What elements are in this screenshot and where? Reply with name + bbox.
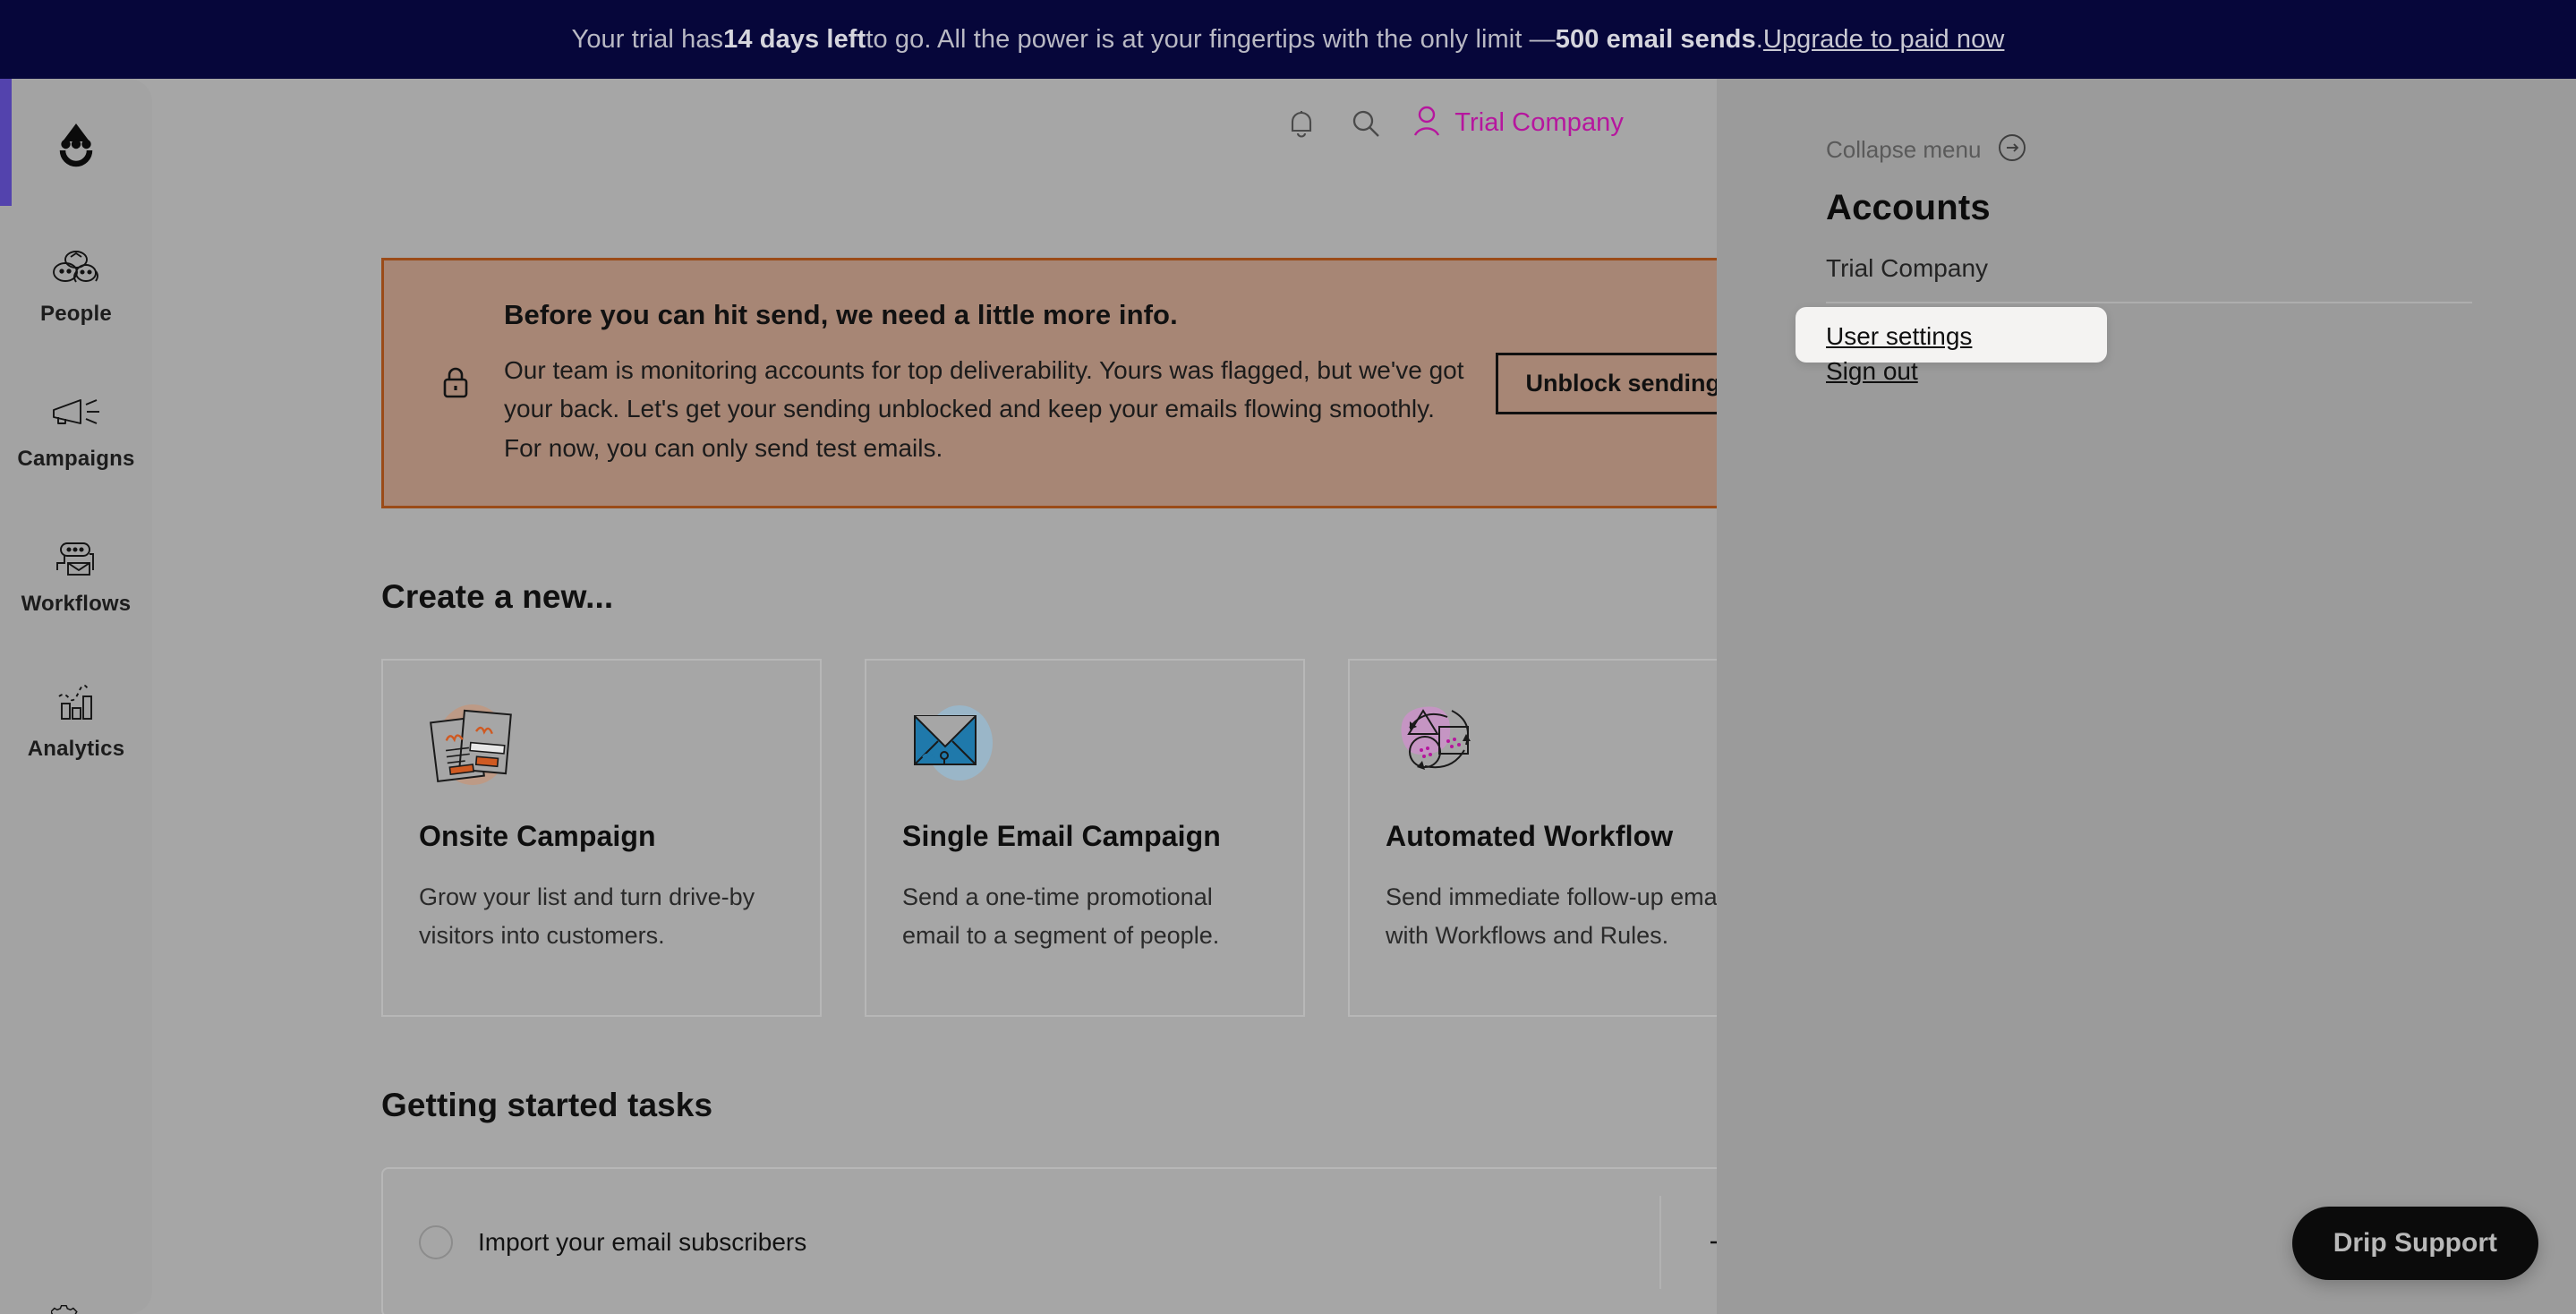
menu-item-sign-out[interactable]: Sign out [1826, 357, 1918, 386]
sidebar-item-analytics[interactable]: Analytics [0, 648, 152, 793]
email-envelope-icon [902, 695, 1008, 795]
drip-support-button[interactable]: Drip Support [2291, 1207, 2538, 1280]
people-icon [50, 244, 102, 293]
arrow-right-circle-icon [1997, 132, 2027, 167]
drip-logo-icon [59, 124, 93, 167]
collapse-menu-label: Collapse menu [1826, 136, 1982, 163]
search-button[interactable] [1347, 105, 1385, 142]
sidebar-item-analytics-label: Analytics [27, 737, 125, 761]
trial-days-left: 14 days left [723, 24, 866, 54]
task-row-import-subscribers[interactable]: Import your email subscribers [381, 1167, 1717, 1314]
menu-item-user-settings[interactable]: User settings [1826, 322, 1972, 351]
drip-logo[interactable] [0, 95, 152, 193]
top-bar: Trial Company [1283, 104, 1624, 142]
lock-icon [427, 364, 484, 402]
user-icon [1412, 104, 1442, 142]
task-checkbox[interactable] [419, 1225, 453, 1259]
trial-banner: Your trial has 14 days left to go. All t… [0, 0, 2576, 79]
workflow-icon [50, 534, 102, 583]
trial-email-limit: 500 email sends [1555, 24, 1756, 54]
create-section-heading: Create a new... [381, 578, 614, 615]
card-single-email-campaign-title: Single Email Campaign [902, 820, 1221, 852]
card-onsite-campaign-title: Onsite Campaign [419, 820, 656, 852]
sidebar-item-campaigns[interactable]: Campaigns [0, 358, 152, 503]
unblock-sending-button[interactable]: Unblock sending [1496, 352, 1717, 414]
account-menu-button[interactable]: Trial Company [1412, 104, 1624, 142]
task-label: Import your email subscribers [478, 1228, 807, 1256]
account-name-label: Trial Company [1454, 108, 1624, 137]
trial-banner-prefix: Your trial has [571, 24, 724, 54]
unblock-sending-alert: Before you can hit send, we need a littl… [381, 258, 1717, 508]
accounts-panel-account[interactable]: Trial Company [1826, 254, 1988, 283]
accounts-panel-divider [1826, 302, 2472, 303]
collapse-menu-button[interactable]: Collapse menu [1826, 132, 2027, 167]
card-automated-workflow[interactable]: Automated Workflow Send immediate follow… [1348, 659, 1717, 1017]
content-column: Before you can hit send, we need a littl… [381, 258, 1717, 1314]
trial-banner-middle: to go. All the power is at your fingerti… [866, 24, 1556, 54]
card-single-email-campaign-description: Send a one-time promotional email to a s… [902, 883, 1220, 950]
main-content: Trial Company Before you can hit send, w… [152, 79, 1717, 1314]
sidebar-item-people[interactable]: People [0, 213, 152, 358]
tasks-section-heading: Getting started tasks [381, 1087, 713, 1123]
app-root: Your trial has 14 days left to go. All t… [0, 0, 2576, 1314]
upgrade-to-paid-link[interactable]: Upgrade to paid now [1763, 25, 2005, 55]
arrow-right-icon[interactable] [1661, 1230, 1717, 1255]
create-cards-row: Onsite Campaign Grow your list and turn … [381, 659, 1717, 1017]
onsite-campaign-icon [419, 695, 525, 795]
sidebar-item-workflows-label: Workflows [21, 592, 132, 616]
card-automated-workflow-description: Send immediate follow-up emails with Wor… [1386, 883, 1717, 950]
sidebar-item-workflows[interactable]: Workflows [0, 503, 152, 648]
card-onsite-campaign[interactable]: Onsite Campaign Grow your list and turn … [381, 659, 822, 1017]
alert-body: Before you can hit send, we need a littl… [484, 299, 1496, 467]
automated-workflow-icon [1386, 695, 1491, 795]
bar-chart-icon [50, 679, 102, 728]
sidebar-item-campaigns-label: Campaigns [17, 447, 135, 471]
trial-banner-period: . [1755, 24, 1763, 54]
gear-icon [50, 1301, 102, 1314]
app-shell: People Campaigns Workflows Analytics Tri… [0, 79, 2576, 1314]
sidebar-item-people-label: People [40, 302, 112, 326]
account-side-panel: Collapse menu Accounts Trial Company Use… [1717, 79, 2576, 1314]
card-onsite-campaign-description: Grow your list and turn drive-by visitor… [419, 883, 755, 950]
card-automated-workflow-title: Automated Workflow [1386, 820, 1674, 852]
megaphone-icon [50, 389, 102, 438]
notifications-bell-button[interactable] [1283, 105, 1320, 142]
alert-title: Before you can hit send, we need a littl… [504, 298, 1178, 330]
sidebar-item-settings[interactable]: Settings [0, 1269, 152, 1314]
sidebar-nav-list: People Campaigns Workflows Analytics [0, 213, 152, 1314]
accounts-panel-title: Accounts [1826, 188, 1991, 227]
alert-description: Our team is monitoring accounts for top … [504, 355, 1464, 462]
card-single-email-campaign[interactable]: Single Email Campaign Send a one-time pr… [865, 659, 1305, 1017]
sidebar: People Campaigns Workflows Analytics [0, 79, 152, 1314]
